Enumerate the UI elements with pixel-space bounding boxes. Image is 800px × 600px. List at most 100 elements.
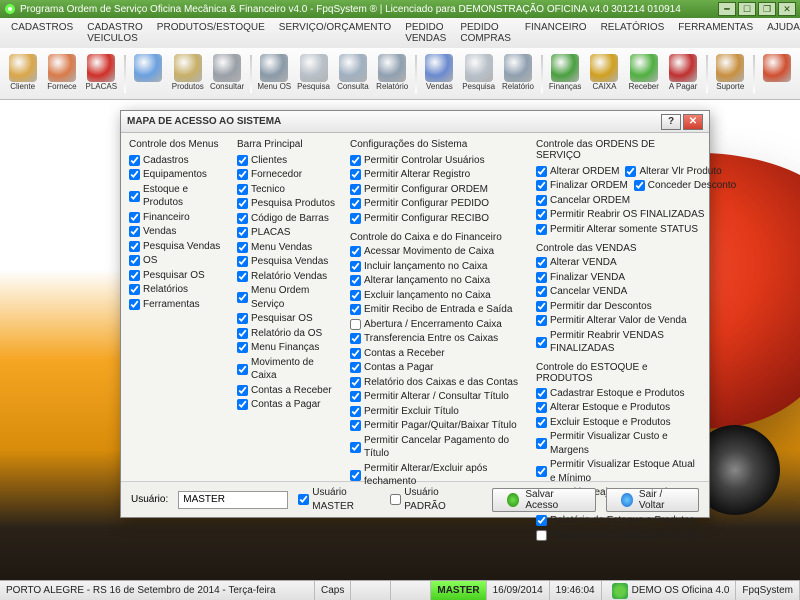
toolbar-relat-rio[interactable]: Relatório — [374, 51, 411, 97]
perm-permitir-configurar-recibo[interactable]: Permitir Configurar RECIBO — [350, 211, 528, 226]
perm-permitir-reabrir-vendas-finali[interactable]: Permitir Reabrir VENDAS FINALIZADAS — [536, 328, 701, 356]
perm-excluir-lan-amento-no-caixa[interactable]: Excluir lançamento no Caixa — [350, 288, 528, 303]
restore-button[interactable]: ❐ — [758, 2, 776, 16]
perm-contas-a-pagar[interactable]: Contas a Pagar — [350, 361, 528, 376]
perm-contas-a-receber[interactable]: Contas a Receber — [237, 383, 342, 398]
perm-abertura-encerramento-caixa[interactable]: Abertura / Encerramento Caixa — [350, 317, 528, 332]
menu-ajuda[interactable]: AJUDA — [760, 20, 800, 46]
menu-cadastro-veiculos[interactable]: CADASTRO VEICULOS — [80, 20, 150, 46]
toolbar-consultar[interactable]: Consultar — [208, 51, 245, 97]
toolbar-btn-[interactable] — [130, 51, 167, 97]
save-access-button[interactable]: Salvar Acesso — [492, 488, 596, 512]
perm-menu-finan-as[interactable]: Menu Finanças — [237, 341, 342, 356]
toolbar-pesquisa[interactable]: Pesquisa — [460, 51, 497, 97]
perm-pesquisar-os[interactable]: Pesquisar OS — [129, 268, 229, 283]
menu-pedido-vendas[interactable]: PEDIDO VENDAS — [398, 20, 453, 46]
perm-vendas[interactable]: Vendas — [129, 225, 229, 240]
perm-relat-rio-da-os[interactable]: Relatório da OS — [237, 326, 342, 341]
perm-incluir-lan-amento-no-caixa[interactable]: Incluir lançamento no Caixa — [350, 259, 528, 274]
toolbar-suporte[interactable]: Suporte — [712, 51, 749, 97]
perm-conceder-desconto[interactable]: Conceder Desconto — [634, 179, 736, 194]
perm-permitir-visualizar-estoque-at[interactable]: Permitir Visualizar Estoque Atual e Míni… — [536, 458, 701, 486]
perm-alterar-estoque-e-produtos[interactable]: Alterar Estoque e Produtos — [536, 401, 701, 416]
perm-cadastrar-estoque-e-produtos[interactable]: Cadastrar Estoque e Produtos — [536, 386, 701, 401]
perm-cancelar-venda[interactable]: Cancelar VENDA — [536, 285, 701, 300]
toolbar-vendas[interactable]: Vendas — [421, 51, 458, 97]
toolbar-caixa[interactable]: CAIXA — [586, 51, 623, 97]
toolbar-finan-as[interactable]: Finanças — [547, 51, 584, 97]
perm-pesquisar-os[interactable]: Pesquisar OS — [237, 312, 342, 327]
master-checkbox[interactable]: Usuário MASTER — [298, 486, 380, 514]
perm-ferramentas[interactable]: Ferramentas — [129, 297, 229, 312]
perm-permitir-alterar-valor-de-vend[interactable]: Permitir Alterar Valor de Venda — [536, 314, 701, 329]
menu-ferramentas[interactable]: FERRAMENTAS — [671, 20, 760, 46]
perm-alterar-lan-amento-no-caixa[interactable]: Alterar lançamento no Caixa — [350, 274, 528, 289]
perm-menu-vendas[interactable]: Menu Vendas — [237, 240, 342, 255]
perm-contas-a-pagar[interactable]: Contas a Pagar — [237, 398, 342, 413]
menu-produtos-estoque[interactable]: PRODUTOS/ESTOQUE — [150, 20, 272, 46]
perm-cadastros[interactable]: Cadastros — [129, 153, 229, 168]
perm-pesquisa-vendas[interactable]: Pesquisa Vendas — [129, 239, 229, 254]
perm-permitir-configurar-pedido[interactable]: Permitir Configurar PEDIDO — [350, 197, 528, 212]
perm-transferencia-entre-os-caixas[interactable]: Transferencia Entre os Caixas — [350, 332, 528, 347]
perm-alterar-venda[interactable]: Alterar VENDA — [536, 256, 701, 271]
perm-finalizar-venda[interactable]: Finalizar VENDA — [536, 270, 701, 285]
perm-alterar-vlr-produto[interactable]: Alterar Vlr Produto — [625, 164, 721, 179]
toolbar-placas[interactable]: PLACAS — [83, 51, 120, 97]
perm-clientes[interactable]: Clientes — [237, 153, 342, 168]
maximize-button[interactable]: ☐ — [738, 2, 756, 16]
perm-permitir-configurar-ordem[interactable]: Permitir Configurar ORDEM — [350, 182, 528, 197]
perm-estoque-e-produtos[interactable]: Estoque e Produtos — [129, 182, 229, 210]
perm-movimento-de-caixa[interactable]: Movimento de Caixa — [237, 355, 342, 383]
perm-permitir-dar-descontos[interactable]: Permitir dar Descontos — [536, 299, 701, 314]
perm-acessar-movimento-de-caixa[interactable]: Acessar Movimento de Caixa — [350, 245, 528, 260]
minimize-button[interactable]: ━ — [718, 2, 736, 16]
perm-pesquisa-produtos[interactable]: Pesquisa Produtos — [237, 197, 342, 212]
menu-relat-rios[interactable]: RELATÓRIOS — [594, 20, 672, 46]
toolbar-fornece[interactable]: Fornece — [43, 51, 80, 97]
perm-permitir-alterar-somente-statu[interactable]: Permitir Alterar somente STATUS — [536, 222, 698, 237]
perm-relat-rio-do-estoque-e-produto[interactable]: Relatório do Estoque e Produtos — [536, 514, 701, 529]
perm-os[interactable]: OS — [129, 254, 229, 269]
padrao-checkbox[interactable]: Usuário PADRÃO — [390, 486, 472, 514]
perm-alterar-ordem[interactable]: Alterar ORDEM — [536, 164, 619, 179]
perm-finalizar-ordem[interactable]: Finalizar ORDEM — [536, 179, 628, 194]
toolbar-pesquisa[interactable]: Pesquisa — [295, 51, 332, 97]
toolbar-relat-rio[interactable]: Relatório — [499, 51, 536, 97]
perm-relat-rio-dos-caixas-e-das-con[interactable]: Relatório dos Caixas e das Contas — [350, 375, 528, 390]
toolbar-produtos[interactable]: Produtos — [169, 51, 206, 97]
user-input[interactable] — [178, 491, 288, 509]
menu-servi-o-or-amento[interactable]: SERVIÇO/ORÇAMENTO — [272, 20, 398, 46]
perm-emitir-recibo-de-entrada-e-sa-[interactable]: Emitir Recibo de Entrada e Saída — [350, 303, 528, 318]
perm-relat-rio-vendas[interactable]: Relatório Vendas — [237, 269, 342, 284]
perm-pesquisa-vendas[interactable]: Pesquisa Vendas — [237, 255, 342, 270]
toolbar-consulta[interactable]: Consulta — [334, 51, 371, 97]
perm-permitir-reabrir-os-finalizada[interactable]: Permitir Reabrir OS FINALIZADAS — [536, 208, 704, 223]
perm-permitir-alterar-consultar-t-t[interactable]: Permitir Alterar / Consultar Título — [350, 390, 528, 405]
menu-pedido-compras[interactable]: PEDIDO COMPRAS — [453, 20, 518, 46]
exit-button[interactable]: Sair / Voltar — [606, 488, 699, 512]
dialog-close-button[interactable]: ✕ — [683, 114, 703, 130]
toolbar-receber[interactable]: Receber — [625, 51, 662, 97]
perm-permitir-excluir-t-tulo[interactable]: Permitir Excluir Título — [350, 404, 528, 419]
toolbar-menu-os[interactable]: Menu OS — [256, 51, 293, 97]
perm-menu-ordem-servi-o[interactable]: Menu Ordem Serviço — [237, 284, 342, 312]
perm-permitir-visualizar-custo-e-ma[interactable]: Permitir Visualizar Custo e Margens — [536, 430, 701, 458]
toolbar-cliente[interactable]: Cliente — [4, 51, 41, 97]
perm-cancelar-ordem[interactable]: Cancelar ORDEM — [536, 193, 630, 208]
perm-c-digo-de-barras[interactable]: Código de Barras — [237, 211, 342, 226]
perm-relat-rios[interactable]: Relatórios — [129, 283, 229, 298]
perm-permitir-cancelar-pagamento-do[interactable]: Permitir Cancelar Pagamento do Título — [350, 433, 528, 461]
close-button[interactable]: ✕ — [778, 2, 796, 16]
perm-permitir-pagar-quitar-baixar-t[interactable]: Permitir Pagar/Quitar/Baixar Título — [350, 419, 528, 434]
perm-excluir-estoque-e-produtos[interactable]: Excluir Estoque e Produtos — [536, 415, 701, 430]
perm-fornecedor[interactable]: Fornecedor — [237, 168, 342, 183]
menu-cadastros[interactable]: CADASTROS — [4, 20, 80, 46]
perm-contas-a-receber[interactable]: Contas a Receber — [350, 346, 528, 361]
perm-permitir-alterar-registro[interactable]: Permitir Alterar Registro — [350, 168, 528, 183]
toolbar-btn-[interactable] — [759, 51, 796, 97]
perm-permitir-controlar-usu-rios[interactable]: Permitir Controlar Usuários — [350, 153, 528, 168]
perm-tecnico[interactable]: Tecnico — [237, 182, 342, 197]
perm-placas[interactable]: PLACAS — [237, 226, 342, 241]
perm-equipamentos[interactable]: Equipamentos — [129, 168, 229, 183]
